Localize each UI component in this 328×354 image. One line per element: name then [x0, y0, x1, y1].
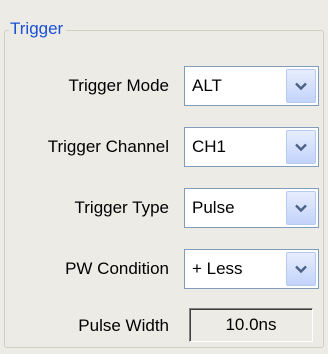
trigger-channel-value: CH1: [192, 137, 227, 156]
pulse-width-display: 10.0ns: [189, 308, 313, 342]
trigger-mode-dropdown-button[interactable]: [286, 69, 316, 103]
pw-condition-select[interactable]: + Less: [184, 249, 319, 289]
trigger-type-label: Trigger Type: [74, 198, 170, 217]
trigger-type-value: Pulse: [192, 198, 235, 217]
trigger-channel-dropdown-button[interactable]: [286, 130, 316, 164]
trigger-group-title: Trigger: [9, 17, 67, 41]
trigger-type-row: Trigger Type Pulse: [0, 188, 328, 228]
trigger-mode-label: Trigger Mode: [68, 76, 169, 95]
trigger-type-dropdown-button[interactable]: [286, 191, 316, 225]
trigger-type-select[interactable]: Pulse: [184, 188, 319, 228]
trigger-mode-row: Trigger Mode ALT: [0, 66, 328, 106]
pw-condition-label: PW Condition: [65, 259, 169, 278]
pw-condition-row: PW Condition + Less: [0, 249, 328, 289]
trigger-mode-value: ALT: [192, 76, 222, 95]
trigger-channel-row: Trigger Channel CH1: [0, 127, 328, 167]
chevron-down-icon: [295, 143, 307, 152]
pw-condition-value: + Less: [192, 259, 243, 278]
pulse-width-row: Pulse Width 10.0ns: [0, 306, 328, 346]
trigger-mode-select[interactable]: ALT: [184, 66, 319, 106]
chevron-down-icon: [295, 265, 307, 274]
pw-condition-dropdown-button[interactable]: [286, 252, 316, 286]
chevron-down-icon: [295, 204, 307, 213]
trigger-channel-label: Trigger Channel: [47, 137, 169, 156]
pulse-width-label: Pulse Width: [78, 316, 169, 335]
trigger-channel-select[interactable]: CH1: [184, 127, 319, 167]
chevron-down-icon: [295, 82, 307, 91]
